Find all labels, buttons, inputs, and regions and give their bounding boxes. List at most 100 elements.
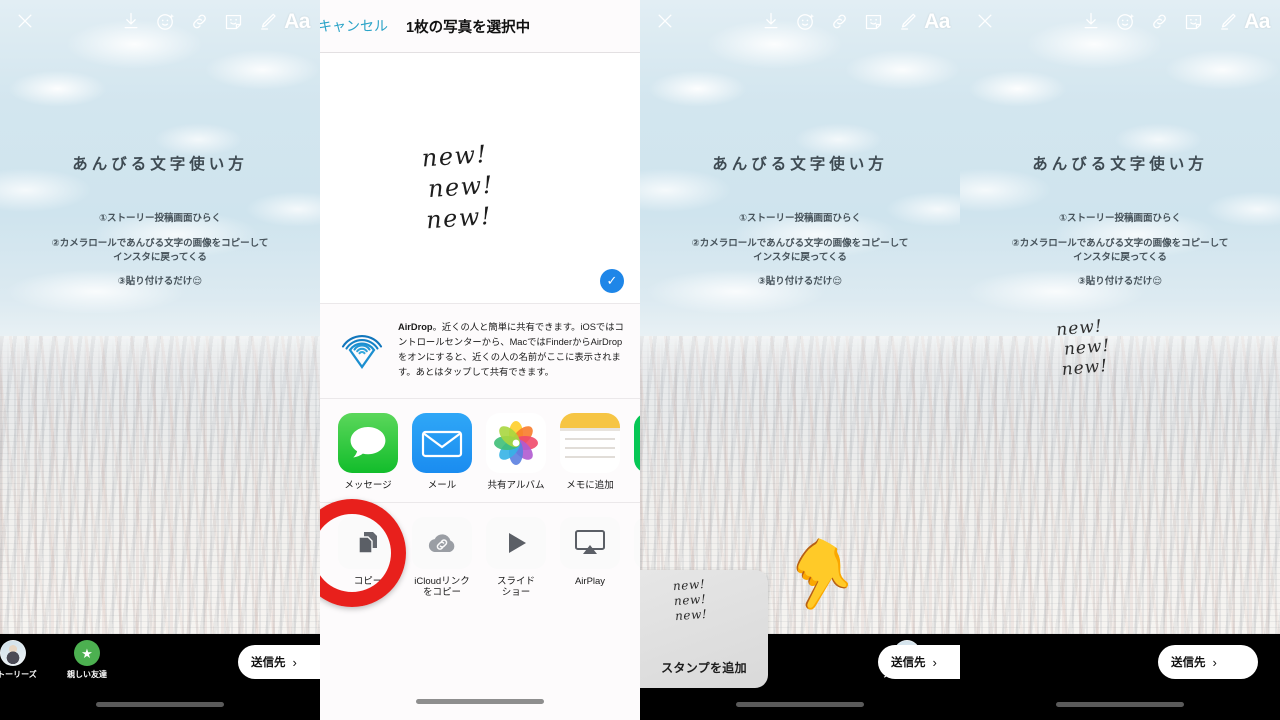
download-icon[interactable] bbox=[114, 4, 148, 38]
action-label: AirPlay bbox=[574, 575, 606, 587]
share-app-messages[interactable]: メッセージ bbox=[338, 413, 398, 491]
text-tool-label[interactable]: Aa bbox=[284, 11, 312, 32]
link-icon[interactable] bbox=[182, 4, 216, 38]
home-indicator bbox=[1056, 702, 1184, 707]
story-steps: ①ストーリー投稿画面ひらく ②カメラロールであんびる文字の画像をコピーして イン… bbox=[0, 212, 320, 289]
story-toolbar: Aa bbox=[0, 0, 320, 42]
handwriting-line: new! bbox=[420, 139, 489, 173]
action-label-text: スライド ショー bbox=[496, 575, 535, 599]
audience-stories[interactable]: ストーリーズ bbox=[0, 640, 42, 680]
sparkle-face-icon[interactable] bbox=[148, 4, 182, 38]
action-label: スライド ショー bbox=[486, 576, 546, 600]
sparkle-face-icon[interactable] bbox=[1108, 4, 1142, 38]
story-bottom-bar: 送信先 › bbox=[960, 634, 1280, 720]
story-step: ②カメラロールであんびる文字の画像をコピーして インスタに戻ってくる bbox=[51, 237, 269, 263]
action-airplay[interactable]: AirPlay bbox=[560, 516, 620, 600]
page-title: あんびる文字使い方 bbox=[72, 156, 248, 173]
selected-check-icon[interactable]: ✓ bbox=[600, 269, 624, 293]
photo-preview[interactable]: new! new! new! ✓ bbox=[320, 53, 640, 304]
audience-label: ストーリーズ bbox=[0, 670, 37, 679]
chevron-right-icon: › bbox=[292, 654, 297, 670]
handwriting-line: new! bbox=[425, 202, 493, 235]
share-app-label: メモに追加 bbox=[566, 480, 614, 492]
chevron-right-icon: › bbox=[1212, 654, 1217, 670]
story-step: ①ストーリー投稿画面ひらく bbox=[738, 213, 862, 224]
story-steps: ①ストーリー投稿画面ひらく ②カメラロールであんびる文字の画像をコピーして イン… bbox=[960, 212, 1280, 289]
close-icon[interactable] bbox=[648, 4, 682, 38]
marker-icon[interactable] bbox=[1210, 4, 1244, 38]
cancel-button[interactable]: キャンセル bbox=[320, 16, 388, 36]
story-step: ①ストーリー投稿画面ひらく bbox=[98, 213, 222, 224]
action-label: iCloudリンク をコピー bbox=[412, 576, 472, 600]
copy-icon bbox=[338, 516, 398, 569]
share-sheet-title: 1枚の写真を選択中 bbox=[406, 19, 531, 36]
story-steps: ①ストーリー投稿画面ひらく ②カメラロールであんびる文字の画像をコピーして イン… bbox=[640, 212, 960, 289]
add-sticker-label: スタンプを追加 bbox=[661, 661, 747, 675]
action-label-text: iCloudリンク をコピー bbox=[414, 575, 470, 599]
airdrop-name: AirDrop bbox=[398, 322, 433, 332]
sticker-icon[interactable] bbox=[1176, 4, 1210, 38]
link-icon[interactable] bbox=[822, 4, 856, 38]
close-icon[interactable] bbox=[8, 4, 42, 38]
share-app-label: 共有アルバム bbox=[487, 480, 545, 492]
story-step: ③貼り付けるだけ😌 bbox=[117, 276, 203, 288]
close-icon[interactable] bbox=[968, 4, 1002, 38]
story-toolbar: Aa bbox=[960, 0, 1280, 42]
marker-icon[interactable] bbox=[890, 4, 924, 38]
add-sticker-tray[interactable]: new! new! new! スタンプを追加 bbox=[640, 570, 768, 688]
green-star-icon: ★ bbox=[74, 640, 100, 666]
share-app-label: メッセージ bbox=[344, 480, 392, 492]
share-app-notes[interactable]: メモに追加 bbox=[560, 413, 620, 491]
sticker-icon[interactable] bbox=[856, 4, 890, 38]
handwriting-line: new! bbox=[674, 606, 708, 624]
share-app-label: メール bbox=[427, 480, 457, 492]
share-sheet: キャンセル 1枚の写真を選択中 new! new! new! ✓ AirDrop… bbox=[320, 0, 640, 720]
download-icon[interactable] bbox=[1074, 4, 1108, 38]
share-app-shared-album[interactable]: 共有アルバム bbox=[486, 413, 546, 491]
chevron-right-icon: › bbox=[932, 654, 937, 670]
share-apps-row: メッセージ メール 共有アルバム メモに追加 bbox=[320, 399, 640, 503]
audience-label: 親しい友達 bbox=[67, 670, 107, 679]
sparkle-face-icon[interactable] bbox=[788, 4, 822, 38]
handwriting-image: new! new! new! bbox=[421, 139, 497, 237]
sticker-icon[interactable] bbox=[216, 4, 250, 38]
panel-instagram-sticker-tray: Aa あんびる文字使い方 ①ストーリー投稿画面ひらく ②カメラロールであんびる文… bbox=[640, 0, 960, 720]
share-sheet-header: キャンセル 1枚の写真を選択中 bbox=[320, 0, 640, 53]
action-copy[interactable]: コピー bbox=[338, 516, 398, 600]
home-indicator bbox=[416, 699, 544, 704]
share-app-mail[interactable]: メール bbox=[412, 413, 472, 491]
story-canvas[interactable] bbox=[960, 0, 1280, 634]
panel-ios-share-sheet: キャンセル 1枚の写真を選択中 new! new! new! ✓ AirDrop… bbox=[320, 0, 640, 720]
home-indicator bbox=[96, 702, 224, 707]
action-slideshow[interactable]: スライド ショー bbox=[486, 516, 546, 600]
download-icon[interactable] bbox=[754, 4, 788, 38]
marker-icon[interactable] bbox=[250, 4, 284, 38]
page-title: あんびる文字使い方 bbox=[712, 156, 888, 173]
airdrop-section[interactable]: AirDrop。近くの人と簡単に共有できます。iOSではコントロールセンターから… bbox=[320, 304, 640, 400]
text-tool-label[interactable]: Aa bbox=[924, 11, 952, 32]
avatar-icon bbox=[0, 640, 26, 666]
send-to-label: 送信先 bbox=[1171, 657, 1206, 669]
send-to-button[interactable]: 送信先 › bbox=[238, 645, 320, 679]
pasted-handwriting-sticker[interactable]: new! new! new! bbox=[1055, 316, 1112, 380]
mail-icon bbox=[412, 413, 472, 474]
send-to-button[interactable]: 送信先 › bbox=[878, 645, 960, 679]
text-tool-label[interactable]: Aa bbox=[1244, 11, 1272, 32]
story-step: ②カメラロールであんびる文字の画像をコピーして インスタに戻ってくる bbox=[1011, 237, 1229, 263]
send-to-label: 送信先 bbox=[891, 657, 926, 669]
action-icloud-link[interactable]: iCloudリンク をコピー bbox=[412, 516, 472, 600]
airplay-icon bbox=[560, 516, 620, 569]
cityscape-background bbox=[0, 336, 320, 634]
home-indicator bbox=[736, 702, 864, 707]
audience-close-friends[interactable]: ★ 親しい友達 bbox=[58, 640, 116, 680]
page-title: あんびる文字使い方 bbox=[1032, 156, 1208, 173]
story-canvas[interactable] bbox=[0, 0, 320, 634]
airdrop-text: 。近くの人と簡単に共有できます。iOSではコントロールセンターから、MacではF… bbox=[398, 322, 624, 378]
link-icon[interactable] bbox=[1142, 4, 1176, 38]
play-icon bbox=[486, 516, 546, 569]
action-label: コピー bbox=[353, 575, 383, 587]
airdrop-description: AirDrop。近くの人と簡単に共有できます。iOSではコントロールセンターから… bbox=[398, 320, 628, 380]
photos-icon bbox=[486, 413, 546, 474]
send-to-button[interactable]: 送信先 › bbox=[1158, 645, 1258, 679]
story-step: ①ストーリー投稿画面ひらく bbox=[1058, 213, 1182, 224]
